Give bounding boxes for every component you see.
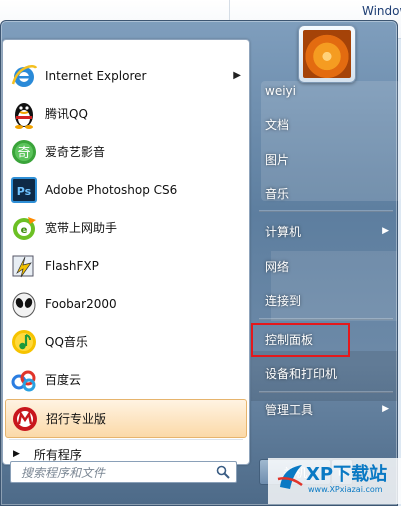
right-divider <box>259 210 393 212</box>
right-item-label: 管理工具 <box>265 402 314 417</box>
watermark-logo-icon <box>276 463 304 491</box>
expand-arrow-icon: ▶ <box>13 449 20 459</box>
broadband-assistant-icon: e <box>8 212 40 244</box>
right-item-documents[interactable]: 文档 <box>253 110 397 138</box>
submenu-arrow-icon: ▶ <box>382 226 389 236</box>
right-item-pictures[interactable]: 图片 <box>253 145 397 173</box>
svg-text:奇: 奇 <box>17 145 30 161</box>
svg-text:Ps: Ps <box>17 185 32 198</box>
program-qq-music[interactable]: QQ音乐 <box>5 323 247 360</box>
flower-picture-icon <box>303 30 351 78</box>
program-label: FlashFXP <box>45 258 99 273</box>
iqiyi-icon: 奇 <box>8 136 40 168</box>
user-account-picture[interactable] <box>298 25 356 83</box>
annotation-highlight-box <box>251 323 350 357</box>
right-item-connect-to[interactable]: 连接到 <box>253 286 397 314</box>
right-item-label: 文档 <box>265 117 290 132</box>
program-label: Internet Explorer <box>45 68 147 83</box>
svg-text:e: e <box>21 225 28 236</box>
right-item-label: 图片 <box>265 152 290 167</box>
program-tencent-qq[interactable]: 腾讯QQ <box>5 95 247 132</box>
program-internet-explorer[interactable]: Internet Explorer ▶ <box>5 57 247 94</box>
photoshop-icon: Ps <box>8 174 40 206</box>
search-placeholder: 搜索程序和文件 <box>21 465 106 480</box>
flashfxp-icon <box>8 250 40 282</box>
right-item-label: 计算机 <box>265 224 302 239</box>
submenu-arrow-icon: ▶ <box>233 70 241 81</box>
program-broadband-assistant[interactable]: e 宽带上网助手 <box>5 209 247 246</box>
right-item-label: 设备和打印机 <box>265 366 338 381</box>
program-label: 腾讯QQ <box>45 107 88 121</box>
program-iqiyi[interactable]: 奇 爱奇艺影音 <box>5 133 247 170</box>
right-item-network[interactable]: 网络 <box>253 252 397 280</box>
right-item-music[interactable]: 音乐 <box>253 179 397 207</box>
right-item-label: 网络 <box>265 259 290 274</box>
program-label: QQ音乐 <box>45 335 88 349</box>
program-label: 宽带上网助手 <box>45 221 118 235</box>
program-label: Adobe Photoshop CS6 <box>45 182 178 197</box>
programs-pane: Internet Explorer ▶ 腾讯QQ 奇 爱奇艺影音 Ps Adob… <box>2 39 250 465</box>
divider <box>9 439 243 440</box>
right-item-devices-printers[interactable]: 设备和打印机 <box>253 359 397 387</box>
program-label: Foobar2000 <box>45 296 117 311</box>
user-name: weiyi <box>265 84 296 98</box>
program-label: 百度云 <box>45 373 82 387</box>
qq-penguin-icon <box>8 98 40 130</box>
all-programs-label: 所有程序 <box>33 447 82 462</box>
program-label: 招行专业版 <box>46 412 107 426</box>
program-flashfxp[interactable]: FlashFXP <box>5 247 247 284</box>
right-item-admin-tools[interactable]: 管理工具 ▶ <box>253 395 397 423</box>
baidu-cloud-icon <box>8 364 40 396</box>
foobar2000-icon <box>8 288 40 320</box>
program-foobar2000[interactable]: Foobar2000 <box>5 285 247 322</box>
cmb-bank-icon <box>9 403 41 435</box>
watermark-brand: XP下载站 <box>306 464 388 485</box>
right-item-computer[interactable]: 计算机 ▶ <box>253 217 397 245</box>
program-baidu-cloud[interactable]: 百度云 <box>5 361 247 398</box>
right-divider <box>259 391 393 393</box>
internet-explorer-icon <box>8 60 40 92</box>
search-icon[interactable] <box>214 463 232 481</box>
qq-music-icon <box>8 326 40 358</box>
right-item-user[interactable]: weiyi <box>253 77 397 105</box>
program-photoshop[interactable]: Ps Adobe Photoshop CS6 <box>5 171 247 208</box>
submenu-arrow-icon: ▶ <box>382 404 389 414</box>
background-window-title: Window <box>362 4 401 18</box>
search-input[interactable]: 搜索程序和文件 <box>10 461 237 483</box>
start-menu: Internet Explorer ▶ 腾讯QQ 奇 爱奇艺影音 Ps Adob… <box>0 20 401 506</box>
right-item-label: 连接到 <box>265 293 302 308</box>
right-divider <box>259 318 393 320</box>
program-label: 爱奇艺影音 <box>45 145 106 159</box>
watermark-url: www.XPxiazai.com <box>308 485 383 494</box>
site-watermark: XP下载站 www.XPxiazai.com <box>268 458 401 504</box>
right-item-label: 音乐 <box>265 186 290 201</box>
program-cmb-professional[interactable]: 招行专业版 <box>5 399 247 438</box>
